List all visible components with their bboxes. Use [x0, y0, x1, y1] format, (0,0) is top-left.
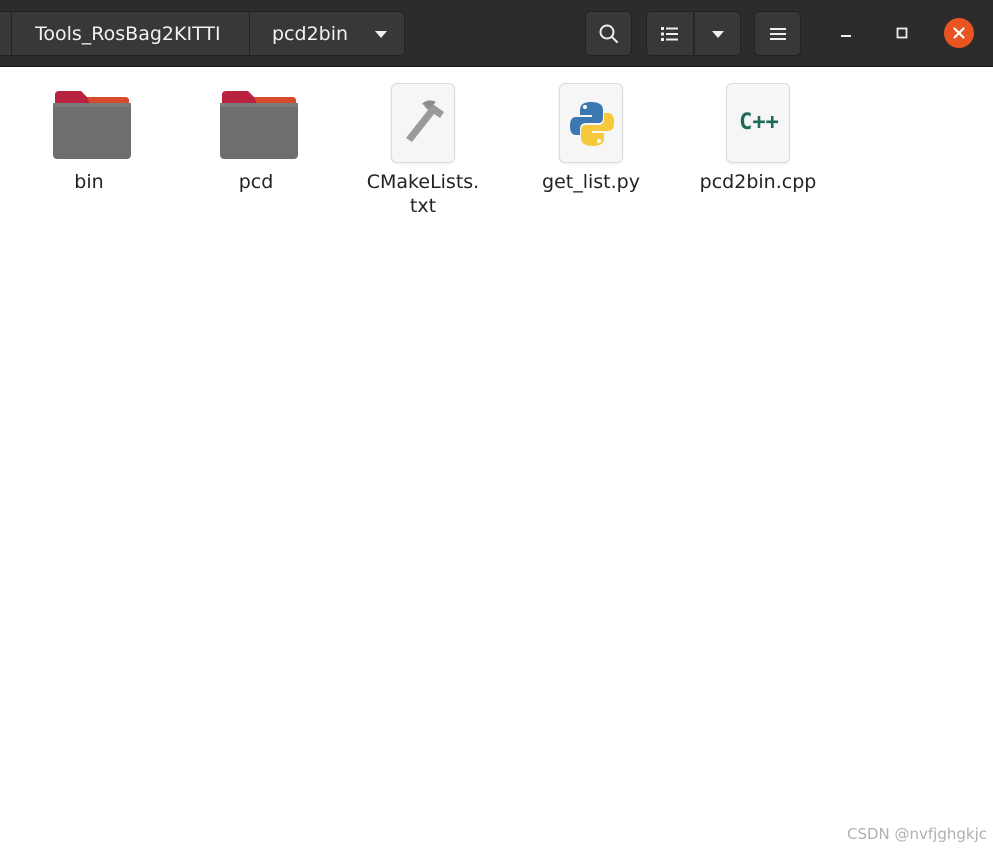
search-icon [599, 24, 618, 43]
maximize-icon [896, 27, 908, 39]
document-icon [391, 83, 455, 163]
breadcrumb-item-pcd2bin[interactable]: pcd2bin [250, 11, 405, 56]
header-bar: Tools_RosBag2KITTI pcd2bin [0, 0, 993, 67]
file-name: get_list.py [542, 171, 640, 193]
cpp-file-icon: C++ [726, 83, 790, 163]
breadcrumb-overflow[interactable] [0, 11, 12, 56]
search-button[interactable] [585, 11, 632, 56]
view-mode-button[interactable] [646, 11, 694, 56]
watermark: CSDN @nvfjghgkjc [846, 825, 987, 843]
view-options-button[interactable] [694, 11, 741, 56]
maximize-button[interactable] [888, 19, 916, 47]
chevron-down-icon [375, 31, 387, 38]
folder-icon [53, 91, 131, 159]
close-icon [953, 27, 965, 39]
file-item-bin[interactable]: bin [14, 81, 164, 194]
file-item-pcd[interactable]: pcd [181, 81, 331, 194]
folder-icon [220, 91, 298, 159]
chevron-down-icon [711, 30, 724, 38]
file-name: CMakeLists. txt [366, 171, 480, 217]
main-menu-button[interactable] [754, 11, 801, 56]
file-grid: bin pcd CMakeLists. txt get_list.py C++ … [0, 67, 993, 851]
breadcrumb-item-tools-rosbag2kitti[interactable]: Tools_RosBag2KITTI [12, 11, 250, 56]
list-view-icon [661, 26, 678, 41]
file-item-cmakelists[interactable]: CMakeLists. txt [348, 81, 498, 218]
hammer-icon [406, 100, 444, 142]
minimize-icon [841, 35, 851, 37]
file-name: pcd [238, 171, 274, 193]
file-name: bin [74, 171, 104, 193]
file-item-get-list-py[interactable]: get_list.py [516, 81, 666, 194]
hamburger-menu-icon [769, 27, 786, 40]
file-name: pcd2bin.cpp [699, 171, 817, 193]
close-button[interactable] [944, 18, 974, 48]
breadcrumb-label: Tools_RosBag2KITTI [35, 22, 221, 45]
python-icon [570, 102, 614, 146]
breadcrumb: Tools_RosBag2KITTI pcd2bin [0, 11, 405, 56]
cpp-icon-text: C++ [739, 110, 779, 135]
file-item-pcd2bin-cpp[interactable]: C++ pcd2bin.cpp [683, 81, 833, 194]
breadcrumb-label: pcd2bin [272, 22, 349, 45]
document-icon [559, 83, 623, 163]
minimize-button[interactable] [832, 19, 860, 47]
